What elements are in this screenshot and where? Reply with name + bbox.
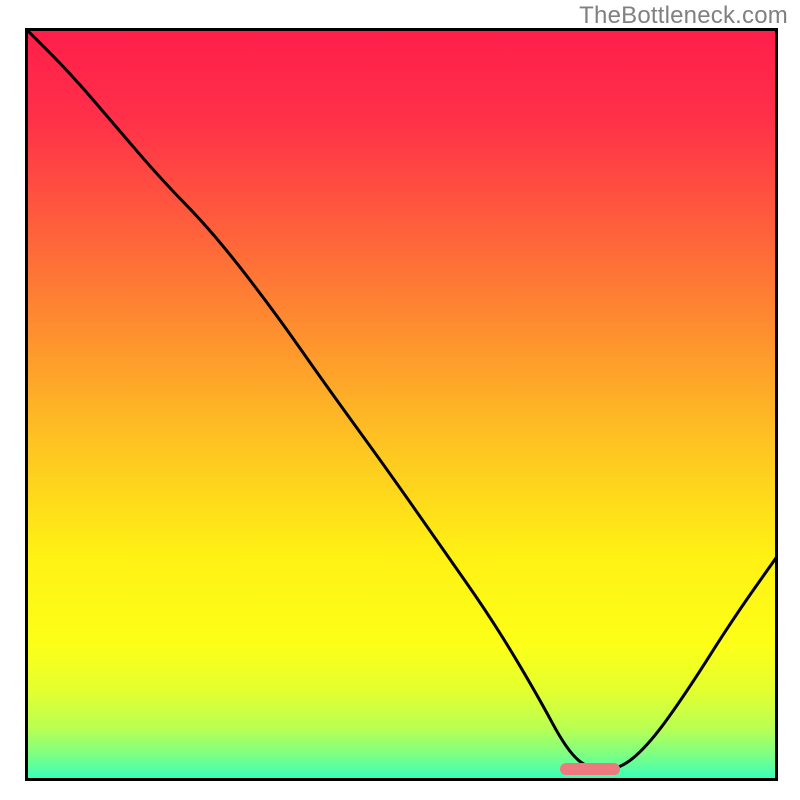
chart-stage: TheBottleneck.com xyxy=(0,0,800,800)
optimal-marker xyxy=(560,763,620,775)
watermark-text: TheBottleneck.com xyxy=(579,2,788,30)
bottleneck-curve xyxy=(25,28,778,781)
